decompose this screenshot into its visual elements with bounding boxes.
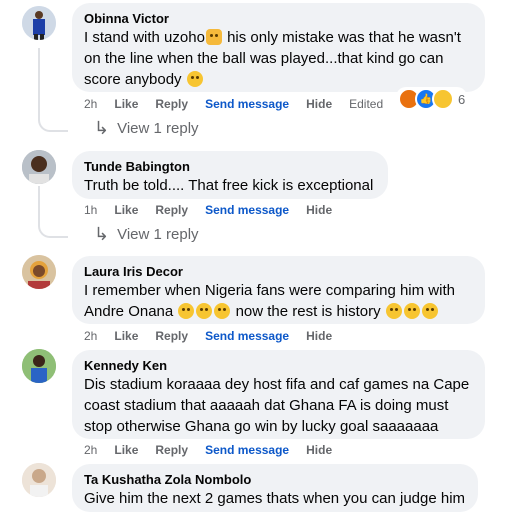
comment-actions: 2h Like Reply Send message Hide — [72, 443, 349, 457]
comment-time[interactable]: 2h — [84, 443, 97, 457]
comment-time[interactable]: 1h — [84, 203, 97, 217]
edited-label[interactable]: Edited — [349, 97, 383, 111]
reply-arrow-icon: ↳ — [94, 224, 110, 244]
view-replies-link[interactable]: ↳ View 1 reply — [94, 224, 199, 244]
reply-button[interactable]: Reply — [155, 329, 188, 343]
comment-author[interactable]: Laura Iris Decor — [84, 263, 473, 280]
comment-text: Give him the next 2 games thats when you… — [84, 490, 466, 507]
laughing-emoji-icon — [421, 303, 438, 319]
laughing-emoji-icon — [385, 303, 402, 319]
smirk-emoji-icon — [186, 71, 203, 87]
comment-author[interactable]: Tunde Babington — [84, 158, 376, 175]
thread-connector — [38, 108, 68, 132]
avatar[interactable] — [22, 255, 56, 289]
comment-time[interactable]: 2h — [84, 97, 97, 111]
comment-text: I stand with uzoho his only mistake was … — [84, 29, 461, 88]
comment-bubble: Ta Kushatha Zola Nombolo Give him the ne… — [72, 464, 478, 512]
send-message-button[interactable]: Send message — [205, 203, 289, 217]
reply-button[interactable]: Reply — [155, 97, 188, 111]
like-button[interactable]: Like — [114, 203, 138, 217]
comment-author[interactable]: Ta Kushatha Zola Nombolo — [84, 471, 466, 488]
laughing-emoji-icon — [214, 303, 231, 319]
reply-button[interactable]: Reply — [155, 203, 188, 217]
comment-text: I remember when Nigeria fans were compar… — [84, 282, 455, 320]
comment-bubble: Tunde Babington Truth be told.... That f… — [72, 151, 388, 199]
send-message-button[interactable]: Send message — [205, 97, 289, 111]
thread-line — [38, 48, 40, 110]
hide-button[interactable]: Hide — [306, 443, 332, 457]
avatar[interactable] — [22, 150, 56, 184]
avatar[interactable] — [22, 6, 56, 40]
comment-bubble: Kennedy Ken Dis stadium koraaaa dey host… — [72, 350, 485, 439]
flexed-biceps-icon — [205, 29, 222, 45]
thread-line — [38, 186, 40, 216]
send-message-button[interactable]: Send message — [205, 329, 289, 343]
laughing-emoji-icon — [196, 303, 213, 319]
thread-connector — [38, 214, 68, 238]
comment-bubble: Laura Iris Decor I remember when Nigeria… — [72, 256, 485, 324]
comment-actions: 1h Like Reply Send message Hide — [72, 203, 349, 217]
reaction-summary[interactable]: 👍 6 — [396, 87, 468, 111]
comment-author[interactable]: Obinna Victor — [84, 10, 473, 27]
reply-button[interactable]: Reply — [155, 443, 188, 457]
laughing-emoji-icon — [403, 303, 420, 319]
send-message-button[interactable]: Send message — [205, 443, 289, 457]
avatar[interactable] — [22, 349, 56, 383]
comment-text: Dis stadium koraaaa dey host fifa and ca… — [84, 376, 470, 435]
comment-author[interactable]: Kennedy Ken — [84, 357, 473, 374]
reaction-count: 6 — [458, 91, 466, 107]
comment-actions: 2h Like Reply Send message Hide — [72, 329, 349, 343]
laughing-emoji-icon — [178, 303, 195, 319]
comment-text: Truth be told.... That free kick is exce… — [84, 177, 374, 194]
comment-actions: 2h Like Reply Send message Hide Edited — [72, 97, 400, 111]
comment-bubble: Obinna Victor I stand with uzoho his onl… — [72, 3, 485, 92]
comment-time[interactable]: 2h — [84, 329, 97, 343]
hide-button[interactable]: Hide — [306, 97, 332, 111]
like-button[interactable]: Like — [114, 443, 138, 457]
view-replies-link[interactable]: ↳ View 1 reply — [94, 118, 199, 138]
hide-button[interactable]: Hide — [306, 203, 332, 217]
reply-arrow-icon: ↳ — [94, 118, 110, 138]
like-button[interactable]: Like — [114, 329, 138, 343]
hide-button[interactable]: Hide — [306, 329, 332, 343]
haha-reaction-icon — [432, 88, 454, 110]
like-button[interactable]: Like — [114, 97, 138, 111]
avatar[interactable] — [22, 463, 56, 497]
